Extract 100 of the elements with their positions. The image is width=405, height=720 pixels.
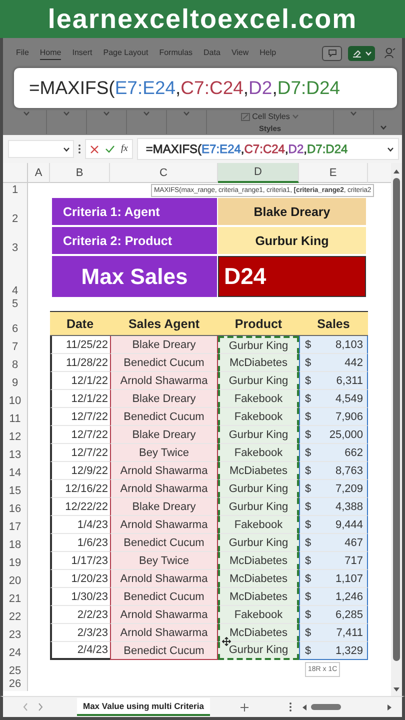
table-cell: 1/30/23 <box>50 588 110 606</box>
column-heading: Sales Agent <box>110 311 218 336</box>
table-cell: 11/28/22 <box>50 354 110 372</box>
caret-icon[interactable] <box>63 146 70 152</box>
table-cell: McDiabetes <box>218 462 299 480</box>
table-cell: Fakebook <box>218 606 299 624</box>
expand-icon[interactable] <box>387 146 394 152</box>
amount: 4,388 <box>335 500 363 512</box>
row-number[interactable]: 3 <box>3 226 28 255</box>
row-number[interactable]: 12 <box>3 426 28 444</box>
row-number[interactable]: 24 <box>3 642 28 660</box>
scroll-left-icon[interactable] <box>302 704 307 710</box>
column-header[interactable]: D <box>218 163 299 183</box>
ribbon-tab[interactable]: Home <box>40 46 62 60</box>
row-number[interactable]: 21 <box>3 588 28 606</box>
person-icon[interactable] <box>384 47 396 59</box>
share-button[interactable] <box>348 46 375 60</box>
column-header[interactable]: A <box>28 163 50 183</box>
table-cell: Arnold Shawarma <box>110 372 218 390</box>
table-cell: 2/2/23 <box>50 606 110 624</box>
currency-sign: $ <box>305 482 312 494</box>
add-sheet-icon[interactable] <box>240 702 249 712</box>
table-cell: Blake Dreary <box>110 426 218 444</box>
table-cell: 12/22/22 <box>50 498 110 516</box>
more-icon[interactable] <box>78 144 81 154</box>
row-number[interactable]: 10 <box>3 390 28 408</box>
amount: 4,549 <box>335 392 363 404</box>
row-number[interactable]: 19 <box>3 552 28 570</box>
table-cell: Blake Dreary <box>110 336 218 354</box>
table-cell: 12/7/22 <box>50 408 110 426</box>
table-cell: Benedict Cucum <box>110 408 218 426</box>
scroll-right-icon[interactable] <box>387 704 392 710</box>
currency-sign: $ <box>305 554 312 566</box>
table-cell: 11/25/22 <box>50 336 110 354</box>
row-number[interactable]: 8 <box>3 354 28 372</box>
currency-sign: $ <box>305 338 312 350</box>
row-number[interactable]: 14 <box>3 462 28 480</box>
row-number[interactable]: 6 <box>3 311 28 336</box>
row-number[interactable]: 16 <box>3 498 28 516</box>
table-cell: 12/7/22 <box>50 426 110 444</box>
row-number[interactable]: 25 <box>3 660 28 678</box>
row-number[interactable]: 2 <box>3 197 28 226</box>
ribbon-tab[interactable]: Insert <box>72 46 92 60</box>
row-number[interactable]: 7 <box>3 336 28 354</box>
check-icon[interactable] <box>105 145 115 153</box>
insert-function-button[interactable]: fx <box>121 144 128 154</box>
sheet-tab[interactable]: Max Value using multi Criteria <box>77 698 210 716</box>
column-header[interactable]: E <box>299 163 368 183</box>
row-number[interactable]: 17 <box>3 516 28 534</box>
more-icon[interactable] <box>288 702 292 712</box>
currency-sign: $ <box>305 356 312 368</box>
table-cell: Bey Twice <box>110 552 218 570</box>
row-number[interactable]: 15 <box>3 480 28 498</box>
next-sheet-icon[interactable] <box>38 703 43 711</box>
column-header[interactable]: B <box>50 163 110 183</box>
currency-sign: $ <box>305 392 312 404</box>
row-number[interactable]: 5 <box>3 298 28 311</box>
row-number[interactable]: 4 <box>3 255 28 298</box>
comments-button[interactable] <box>322 46 342 60</box>
table-cell: Benedict Cucum <box>110 642 218 660</box>
row-number[interactable]: 13 <box>3 444 28 462</box>
row-number[interactable]: 1 <box>3 183 28 197</box>
currency-sign: $ <box>305 410 312 422</box>
ribbon-tab[interactable]: File <box>16 46 29 60</box>
table-cell: 2/4/23 <box>50 642 110 660</box>
scrollbar-thumb[interactable] <box>310 704 341 710</box>
currency-sign: $ <box>305 500 312 512</box>
share-icon <box>352 48 362 58</box>
cancel-icon[interactable] <box>90 144 99 154</box>
table-cell: 2/3/23 <box>50 624 110 642</box>
previous-sheet-icon[interactable] <box>23 703 28 711</box>
ribbon-tab[interactable]: Page Layout <box>103 46 148 60</box>
amount: 7,906 <box>335 410 363 422</box>
row-number[interactable]: 18 <box>3 534 28 552</box>
cell-styles-button[interactable]: Cell Styles <box>241 112 299 121</box>
table-cell: Arnold Shawarma <box>110 480 218 498</box>
scroll-up-icon[interactable] <box>393 169 400 174</box>
row-number[interactable]: 20 <box>3 570 28 588</box>
amount: 442 <box>344 356 363 368</box>
ribbon-tab[interactable]: Help <box>260 46 276 60</box>
amount: 7,411 <box>336 626 363 638</box>
currency-sign: $ <box>305 608 312 620</box>
table-cell: Arnold Shawarma <box>110 570 218 588</box>
row-number[interactable]: 22 <box>3 606 28 624</box>
ribbon-tab[interactable]: Data <box>204 46 220 60</box>
scrollbar-thumb[interactable] <box>393 178 400 661</box>
table-cell: Gurbur King <box>218 642 299 660</box>
ribbon-tab[interactable]: Formulas <box>159 46 193 60</box>
table-cell: Arnold Shawarma <box>110 624 218 642</box>
table-cell: 1/20/23 <box>50 570 110 588</box>
criteria-value: Blake Dreary <box>218 198 366 225</box>
ribbon-tab[interactable]: View <box>231 46 249 60</box>
row-number[interactable]: 9 <box>3 372 28 390</box>
currency-sign: $ <box>305 464 312 476</box>
table-cell: Arnold Shawarma <box>110 462 218 480</box>
row-number[interactable]: 11 <box>3 408 28 426</box>
scroll-down-icon[interactable] <box>393 687 400 692</box>
amount: 8,763 <box>335 464 363 476</box>
row-number[interactable]: 26 <box>3 678 28 691</box>
row-number[interactable]: 23 <box>3 624 28 642</box>
